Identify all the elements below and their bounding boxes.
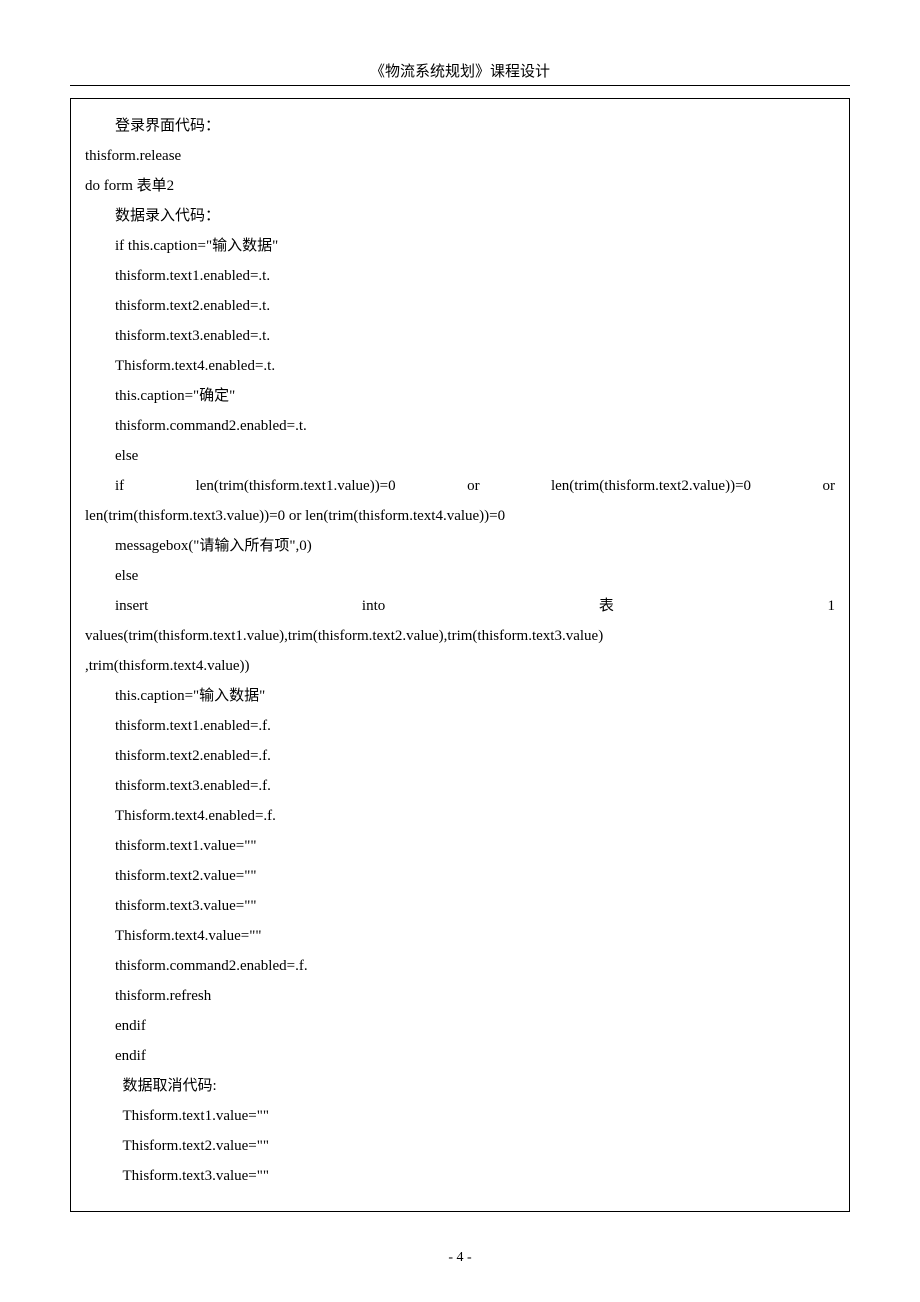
code-line: Thisform.text4.enabled=.f. [85,801,835,831]
code-token: or [822,471,835,501]
code-line-justified: insert into 表 1 [85,591,835,621]
code-line: thisform.text2.enabled=.t. [85,291,835,321]
code-line: 登录界面代码： [85,111,835,141]
code-line: thisform.text2.enabled=.f. [85,741,835,771]
code-line: Thisform.text2.value="" [85,1131,835,1161]
page-header: 《物流系统规划》课程设计 [70,60,850,81]
code-line: this.caption="输入数据" [85,681,835,711]
code-line: ,trim(thisform.text4.value)) [85,651,835,681]
code-token: or [467,471,480,501]
page-number: - 4 - [0,1250,920,1266]
code-line: else [85,441,835,471]
code-line: thisform.release [85,141,835,171]
code-line: len(trim(thisform.text3.value))=0 or len… [85,501,835,531]
code-line: if this.caption="输入数据" [85,231,835,261]
code-line: 数据取消代码: [85,1071,835,1101]
code-line: do form 表单2 [85,171,835,201]
code-line: thisform.text1.enabled=.t. [85,261,835,291]
code-token: 表 [599,591,614,621]
code-line: messagebox("请输入所有项",0) [85,531,835,561]
code-line: endif [85,1011,835,1041]
code-line: Thisform.text3.value="" [85,1161,835,1191]
code-line: else [85,561,835,591]
code-line: endif [85,1041,835,1071]
code-token: len(trim(thisform.text2.value))=0 [551,471,751,501]
code-token: into [362,591,385,621]
code-token: if [115,471,124,501]
code-line-justified: if len(trim(thisform.text1.value))=0 or … [85,471,835,501]
header-rule [70,85,850,86]
code-line: Thisform.text1.value="" [85,1101,835,1131]
code-line: this.caption="确定" [85,381,835,411]
code-token: len(trim(thisform.text1.value))=0 [196,471,396,501]
code-line: thisform.command2.enabled=.t. [85,411,835,441]
code-line: thisform.text3.enabled=.f. [85,771,835,801]
code-line: thisform.text1.value="" [85,831,835,861]
code-content-box: 登录界面代码： thisform.release do form 表单2 数据录… [70,98,850,1212]
code-line: thisform.text1.enabled=.f. [85,711,835,741]
code-line: thisform.command2.enabled=.f. [85,951,835,981]
code-line: Thisform.text4.value="" [85,921,835,951]
page: 《物流系统规划》课程设计 登录界面代码： thisform.release do… [0,0,920,1252]
code-line: thisform.text2.value="" [85,861,835,891]
code-token: insert [115,591,148,621]
code-line: thisform.text3.value="" [85,891,835,921]
code-line: values(trim(thisform.text1.value),trim(t… [85,621,835,651]
code-line: thisform.refresh [85,981,835,1011]
code-line: thisform.text3.enabled=.t. [85,321,835,351]
code-line: Thisform.text4.enabled=.t. [85,351,835,381]
code-token: 1 [827,591,835,621]
code-line: 数据录入代码： [85,201,835,231]
